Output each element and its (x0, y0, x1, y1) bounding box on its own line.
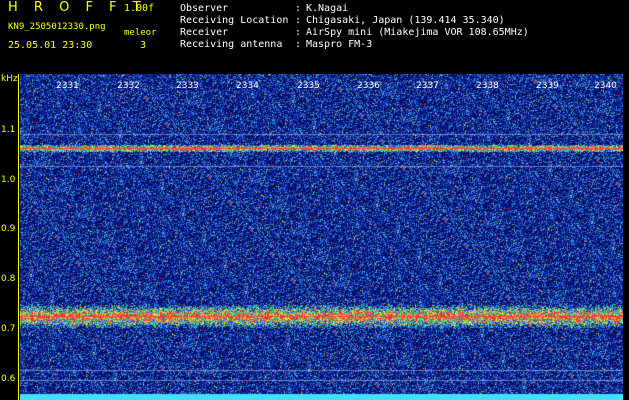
x-tick-label: 2334 (236, 81, 259, 91)
x-tick-label: 2337 (416, 81, 439, 91)
info-separator: : (295, 39, 302, 50)
x-tick-label: 2335 (297, 81, 320, 91)
x-tick-label: 2332 (117, 81, 140, 91)
y-tick-label: 0.6 (1, 374, 16, 384)
observation-datetime: 25.05.01 23:30 (8, 40, 93, 51)
x-tick-label: 2331 (56, 81, 79, 91)
file-name: KN9_2505012330.png (8, 22, 106, 32)
x-tick-label: 2340 (594, 81, 617, 91)
observer-value: K.Nagai (306, 3, 349, 14)
y-tick-label: 0.9 (1, 224, 16, 234)
x-tick-label: 2338 (476, 81, 499, 91)
y-tick-label: 0.8 (1, 274, 16, 284)
x-tick-label: 2333 (176, 81, 199, 91)
antenna-label: Receiving antenna (180, 39, 283, 50)
receiver-value: AirSpy mini (Miakejima VOR 108.65MHz) (306, 27, 529, 38)
info-separator: : (295, 15, 302, 26)
y-tick-label: 1.0 (1, 175, 16, 185)
info-separator: : (295, 3, 302, 14)
mode-value: 3 (140, 40, 147, 51)
waterfall-spectrogram (20, 74, 623, 400)
x-tick-label: 2339 (536, 81, 559, 91)
y-tick-label: 0.7 (1, 324, 16, 334)
observer-label: Observer (180, 3, 229, 14)
y-axis-unit: kHz (1, 74, 18, 84)
location-value: Chigasaki, Japan (139.414 35.340) (306, 15, 505, 26)
mode-label: meleor (124, 28, 157, 38)
header-panel: H R O F F T 1.00f KN9_2505012330.png mel… (0, 0, 629, 74)
antenna-value: Maspro FM-3 (306, 39, 373, 50)
receiver-label: Receiver (180, 27, 229, 38)
y-tick-label: 1.1 (1, 125, 16, 135)
location-label: Receiving Location (180, 15, 289, 26)
y-axis-line (18, 74, 19, 400)
app-version: 1.00f (124, 3, 155, 14)
x-tick-label: 2336 (357, 81, 380, 91)
info-separator: : (295, 27, 302, 38)
